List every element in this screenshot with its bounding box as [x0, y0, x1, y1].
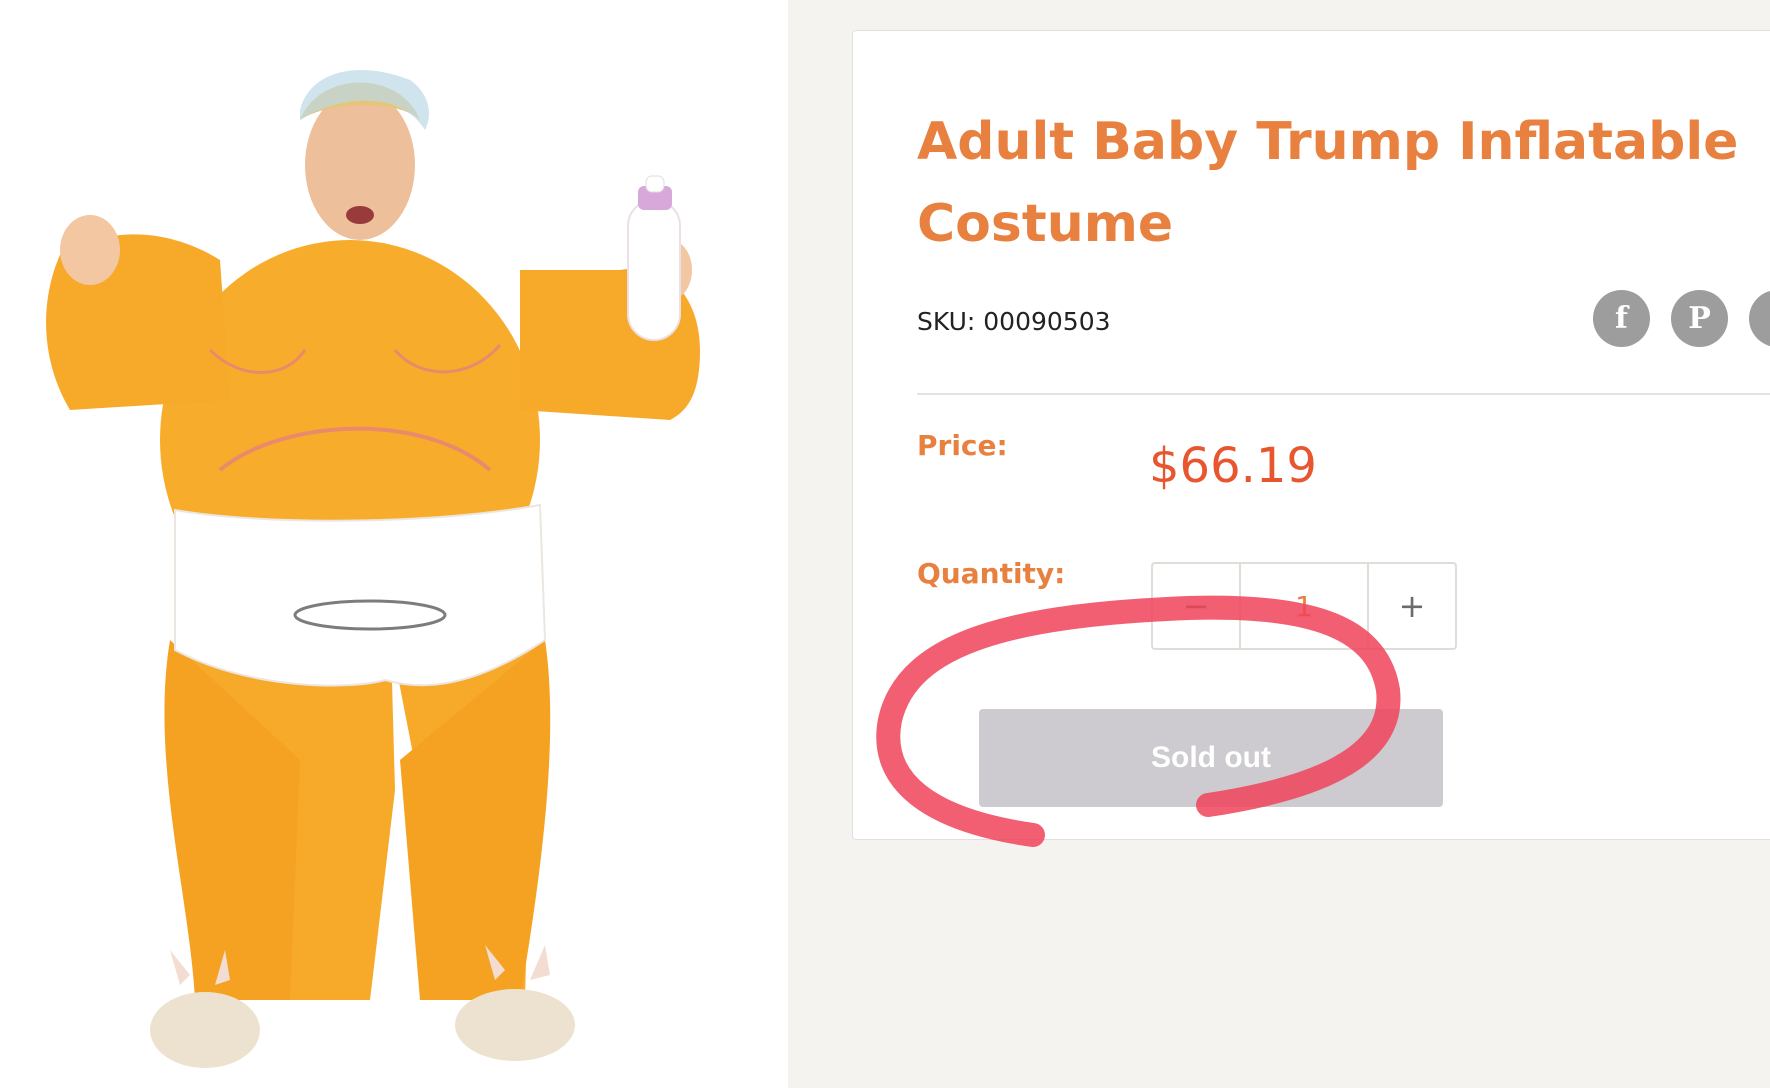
price-label: Price: — [917, 429, 1008, 462]
product-image[interactable] — [0, 0, 788, 1088]
pinterest-icon[interactable]: P — [1671, 290, 1728, 347]
decrease-quantity-button[interactable]: − — [1153, 564, 1241, 648]
quantity-label: Quantity: — [917, 557, 1066, 590]
facebook-icon[interactable]: f — [1593, 290, 1650, 347]
product-title: Adult Baby Trump Inflatable Costume — [917, 112, 1739, 254]
quantity-input[interactable]: 1 — [1241, 564, 1369, 648]
divider — [917, 393, 1770, 395]
product-info-panel: Adult Baby Trump Inflatable Costume SKU:… — [788, 0, 1770, 1088]
product-image-panel — [0, 0, 788, 1088]
sold-out-button[interactable]: Sold out — [979, 709, 1443, 807]
twitter-icon[interactable] — [1749, 290, 1770, 347]
pinterest-icon-glyph: P — [1688, 301, 1711, 336]
price-value: $66.19 — [1149, 438, 1317, 494]
facebook-icon-glyph: f — [1615, 301, 1628, 336]
product-page: Adult Baby Trump Inflatable Costume SKU:… — [0, 0, 1770, 1088]
product-sku: SKU: 00090503 — [917, 307, 1111, 336]
increase-quantity-button[interactable]: + — [1369, 564, 1455, 648]
product-card: Adult Baby Trump Inflatable Costume SKU:… — [852, 30, 1770, 840]
quantity-stepper: − 1 + — [1151, 562, 1457, 650]
